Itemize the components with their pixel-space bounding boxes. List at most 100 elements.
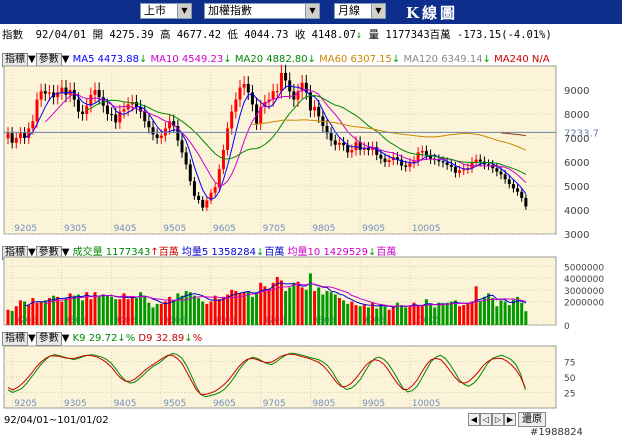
volume-bar [126,299,130,325]
chevron-down-icon[interactable]: ▼ [62,54,70,65]
params-button[interactable]: 參數 [35,332,62,346]
price-y-tick: 4000 [564,206,589,217]
candle-body [14,138,18,143]
candle-body [188,164,192,182]
volume-bar [371,302,375,325]
price-x-tick: 10005 [412,224,441,234]
low-value: 4044.73 [244,29,289,41]
period-select-value: 月線 [338,4,360,17]
volume-bar [93,292,97,325]
candle-body [93,90,97,95]
candle-body [201,199,205,208]
candle-body [317,106,321,117]
candle-body [31,121,35,129]
kd-y-tick: 25 [564,390,575,400]
volume-bar [267,288,271,325]
volume-bar [445,302,449,325]
index-select-value: 加權指數 [208,4,252,17]
candle-body [139,106,143,112]
kd-x-tick: 9605 [213,399,236,409]
price-x-tick: 9205 [14,224,37,234]
indicator-button[interactable]: 指標 [2,332,28,346]
avg5-label: 均量5 1358284 [181,247,256,258]
candle-body [395,157,399,160]
vol-y-tick: 2000000 [564,299,604,309]
candle-body [110,114,114,115]
kd-x-tick: 9705 [263,399,286,409]
scroll-left-fast-icon[interactable]: ◁ [480,413,492,426]
candle-body [56,92,60,98]
candle-body [482,161,486,165]
candle-body [366,147,370,150]
chevron-down-icon[interactable]: ▼ [62,247,70,258]
scroll-right-fast-icon[interactable]: ▷ [492,413,504,426]
price-y-tick: 7000 [564,134,589,145]
market-select[interactable]: 上市 ▼ [140,3,192,19]
scroll-left-icon[interactable]: ◀ [468,413,480,426]
volume-bar [337,298,341,325]
price-y-tick: 8000 [564,110,589,121]
volume-bar [453,300,457,325]
scroll-right-icon[interactable]: ▶ [504,413,516,426]
ma10-line [44,88,527,186]
index-select[interactable]: 加權指數 ▼ [204,3,320,19]
d9-unit: % [192,333,203,344]
volume-bar [234,291,238,325]
candle-body [400,159,404,166]
volume-bar [429,305,433,325]
candle-body [172,121,176,126]
volume-bar [130,296,134,325]
volume-bar [279,280,283,325]
page-title: K線圖 [406,4,459,22]
down-arrow-icon: ↓ [391,54,401,65]
candle-body [342,142,346,146]
volume-bar [14,306,18,325]
candle-body [89,94,93,106]
price-x-tick: 9605 [213,224,236,234]
volume-bar [458,306,462,325]
kd-plot-area [3,345,557,409]
vol-y-tick: 4000000 [564,275,604,285]
close-label: 收 [294,29,306,41]
chevron-down-icon[interactable]: ▼ [28,247,36,258]
candle-body [147,121,151,128]
volume-bar [520,302,524,325]
price-x-tick: 9905 [362,224,385,234]
candle-body [27,128,31,138]
price-x-tick: 9805 [312,224,335,234]
k9-line [7,352,526,398]
candle-body [163,128,167,136]
reset-button[interactable]: 還原 [518,412,546,427]
candle-body [462,169,466,171]
volume-bar [433,307,437,325]
volume-bar [163,301,167,325]
volume-bar [68,293,72,325]
volume-bar [89,299,93,325]
down-arrow-icon: ↓ [138,54,148,65]
candle-body [250,92,254,105]
down-arrow-icon: ↓ [482,54,491,65]
volume-bar [72,295,76,325]
candle-body [105,105,109,114]
indicator-button[interactable]: 指標 [2,246,28,260]
period-select[interactable]: 月線 ▼ [334,3,386,19]
volume-bar [39,301,43,325]
chevron-down-icon[interactable]: ▼ [62,333,70,344]
params-button[interactable]: 參數 [35,53,62,67]
candle-body [458,170,462,173]
volume-bar [52,295,56,325]
chevron-down-icon[interactable]: ▼ [28,54,36,65]
candle-body [404,165,408,167]
volume-bar [168,296,172,325]
chevron-down-icon[interactable]: ▼ [28,333,36,344]
candle-body [470,162,474,168]
ma10-label: MA10 4549.23 [150,54,224,65]
vol-x-tick: 9705 [263,316,286,326]
volume-bar [43,300,47,325]
ma240-label: MA240 N/A [494,54,550,65]
candle-body [52,92,56,98]
volume-bar [524,311,528,325]
params-button[interactable]: 參數 [35,246,62,260]
ohlc-info: 指數 92/04/01 開 4275.39 高 4677.42 低 4044.7… [2,27,552,42]
indicator-button[interactable]: 指標 [2,53,28,67]
